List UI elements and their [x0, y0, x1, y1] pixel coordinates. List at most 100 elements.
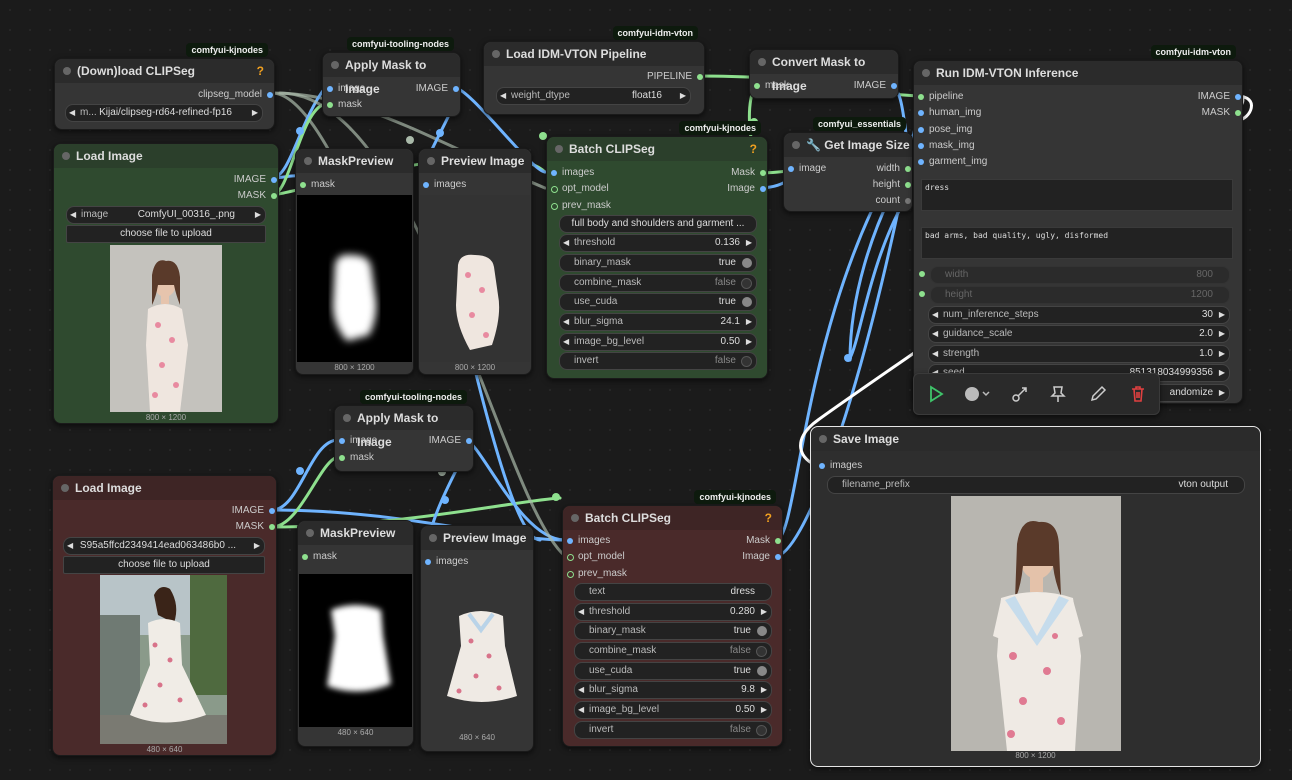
node-run-vton[interactable]: comfyui-idm-vton Run IDM-VTON Inference …: [913, 45, 1243, 404]
node-title[interactable]: Apply Mask to Image: [323, 53, 460, 96]
output-image[interactable]: IMAGE: [429, 434, 473, 448]
node-title[interactable]: MaskPreview: [296, 149, 413, 173]
input-dot-icon[interactable]: [918, 127, 924, 133]
arrow-right-icon[interactable]: ▶: [761, 682, 767, 698]
output-dot-icon[interactable]: [269, 508, 275, 514]
output-mask[interactable]: Mask: [746, 534, 782, 548]
output-dot-icon[interactable]: [775, 554, 781, 560]
node-title[interactable]: Apply Mask to Image: [335, 406, 473, 449]
node-mask-preview-1[interactable]: MaskPreview mask 800 × 1200: [295, 148, 414, 375]
input-dot-icon[interactable]: [339, 438, 345, 444]
arrow-right-icon[interactable]: ▶: [746, 334, 752, 350]
input-garment-img[interactable]: garment_img: [916, 155, 987, 169]
help-icon[interactable]: ?: [765, 506, 772, 530]
node-title[interactable]: Load IDM-VTON Pipeline: [484, 42, 704, 66]
output-dot-icon[interactable]: [775, 538, 781, 544]
input-dot-icon[interactable]: [918, 94, 924, 100]
node-apply-mask-2[interactable]: comfyui-tooling-nodes Apply Mask to Imag…: [334, 390, 474, 472]
input-mask-img[interactable]: mask_img: [916, 139, 975, 153]
toggle-icon[interactable]: [757, 626, 767, 636]
output-image[interactable]: IMAGE: [234, 173, 278, 187]
input-human-img[interactable]: human_img: [916, 106, 981, 120]
arrow-right-icon[interactable]: ▶: [746, 314, 752, 330]
input-dot-icon[interactable]: [423, 182, 429, 188]
node-get-image-size[interactable]: comfyui_essentials 🔧 Get Image Size imag…: [783, 117, 913, 212]
arrow-left-icon[interactable]: ◀: [500, 88, 506, 104]
input-image[interactable]: image: [337, 434, 377, 448]
guidance-scale-widget[interactable]: ◀ guidance_scale 2.0 ▶: [928, 325, 1230, 343]
node-title[interactable]: Load Image: [53, 476, 276, 500]
node-title[interactable]: Save Image: [811, 427, 1260, 451]
invert-toggle[interactable]: invert false: [574, 721, 772, 739]
node-batch-clipseg-1[interactable]: comfyui-kjnodes Batch CLIPSeg? images op…: [546, 121, 768, 379]
node-title[interactable]: Preview Image: [419, 149, 531, 173]
node-save-image[interactable]: Save Image images filename_prefix vton ou…: [810, 426, 1261, 767]
output-image[interactable]: IMAGE: [854, 79, 898, 93]
image-bg-level-widget[interactable]: ◀ image_bg_level 0.50 ▶: [559, 333, 757, 351]
arrow-right-icon[interactable]: ▶: [746, 235, 752, 251]
output-dot-icon[interactable]: [267, 92, 273, 98]
input-opt-model[interactable]: opt_model: [565, 550, 625, 564]
node-apply-mask-1[interactable]: comfyui-tooling-nodes Apply Mask to Imag…: [322, 37, 461, 117]
node-mask-preview-2[interactable]: MaskPreview mask 480 × 640: [297, 520, 414, 747]
output-dot-icon[interactable]: [1235, 94, 1241, 100]
combine-mask-toggle[interactable]: combine_mask false: [559, 274, 757, 292]
arrow-right-icon[interactable]: ▶: [254, 538, 260, 554]
input-dot-icon[interactable]: [819, 463, 825, 469]
input-pose-img[interactable]: pose_img: [916, 123, 972, 137]
node-title[interactable]: Load Image: [54, 144, 278, 168]
color-icon[interactable]: [962, 384, 992, 404]
height-input-dot-icon[interactable]: [919, 291, 925, 297]
input-dot-icon[interactable]: [327, 86, 333, 92]
arrow-left-icon[interactable]: ◀: [932, 326, 938, 342]
output-dot-icon[interactable]: [271, 177, 277, 183]
input-opt-model[interactable]: opt_model: [549, 182, 609, 196]
arrow-right-icon[interactable]: ▶: [761, 702, 767, 718]
help-icon[interactable]: ?: [750, 137, 757, 161]
input-dot-icon[interactable]: [302, 554, 308, 560]
output-dot-icon[interactable]: [905, 166, 911, 172]
arrow-left-icon[interactable]: ◀: [67, 538, 73, 554]
input-prev-mask[interactable]: prev_mask: [565, 567, 627, 581]
node-title[interactable]: Convert Mask to Image: [750, 50, 898, 93]
input-dot-icon[interactable]: [551, 186, 558, 193]
node-preview-image-1[interactable]: Preview Image images 800 × 1200: [418, 148, 532, 375]
output-count[interactable]: count: [876, 194, 912, 208]
help-icon[interactable]: ?: [257, 59, 264, 83]
output-dot-icon[interactable]: [271, 193, 277, 199]
num-inference-steps-widget[interactable]: ◀ num_inference_steps 30 ▶: [928, 306, 1230, 324]
output-mask[interactable]: MASK: [1202, 106, 1242, 120]
play-icon[interactable]: [926, 384, 946, 404]
input-dot-icon[interactable]: [754, 83, 760, 89]
combine-mask-toggle[interactable]: combine_mask false: [574, 642, 772, 660]
node-load-image-2[interactable]: Load Image IMAGE MASK ◀ S95a5ffcd2349414…: [52, 475, 277, 756]
input-mask[interactable]: mask: [298, 178, 335, 192]
input-dot-icon[interactable]: [300, 182, 306, 188]
weight-dtype-combo[interactable]: ◀ weight_dtype float16 ▶: [496, 87, 691, 105]
input-images[interactable]: images: [817, 459, 862, 473]
output-image[interactable]: Image: [727, 182, 767, 196]
upload-button[interactable]: choose file to upload: [63, 556, 265, 574]
toggle-icon[interactable]: [742, 258, 752, 268]
input-mask[interactable]: mask: [325, 98, 362, 112]
input-images[interactable]: images: [421, 178, 466, 192]
node-convert-mask[interactable]: Convert Mask to Image mask IMAGE: [749, 49, 899, 99]
negative-prompt-textarea[interactable]: bad arms, bad quality, ugly, disformed: [921, 227, 1233, 259]
output-pipeline[interactable]: PIPELINE: [647, 70, 704, 84]
arrow-right-icon[interactable]: ▶: [252, 105, 258, 121]
text-widget[interactable]: full body and shoulders and garment ...: [559, 215, 757, 233]
edit-icon[interactable]: [1088, 384, 1108, 404]
arrow-right-icon[interactable]: ▶: [1219, 385, 1225, 401]
node-title[interactable]: Batch CLIPSeg?: [563, 506, 782, 530]
output-dot-icon[interactable]: [1235, 110, 1241, 116]
input-dot-icon[interactable]: [339, 455, 345, 461]
arrow-left-icon[interactable]: ◀: [578, 604, 584, 620]
node-batch-clipseg-2[interactable]: comfyui-kjnodes Batch CLIPSeg? images op…: [562, 490, 783, 747]
arrow-left-icon[interactable]: ◀: [932, 346, 938, 362]
blur-sigma-widget[interactable]: ◀ blur_sigma 9.8 ▶: [574, 681, 772, 699]
input-dot-icon[interactable]: [567, 554, 574, 561]
output-dot-icon[interactable]: [760, 170, 766, 176]
toggle-icon[interactable]: [742, 297, 752, 307]
arrow-left-icon[interactable]: ◀: [70, 207, 76, 223]
input-images[interactable]: images: [565, 534, 610, 548]
